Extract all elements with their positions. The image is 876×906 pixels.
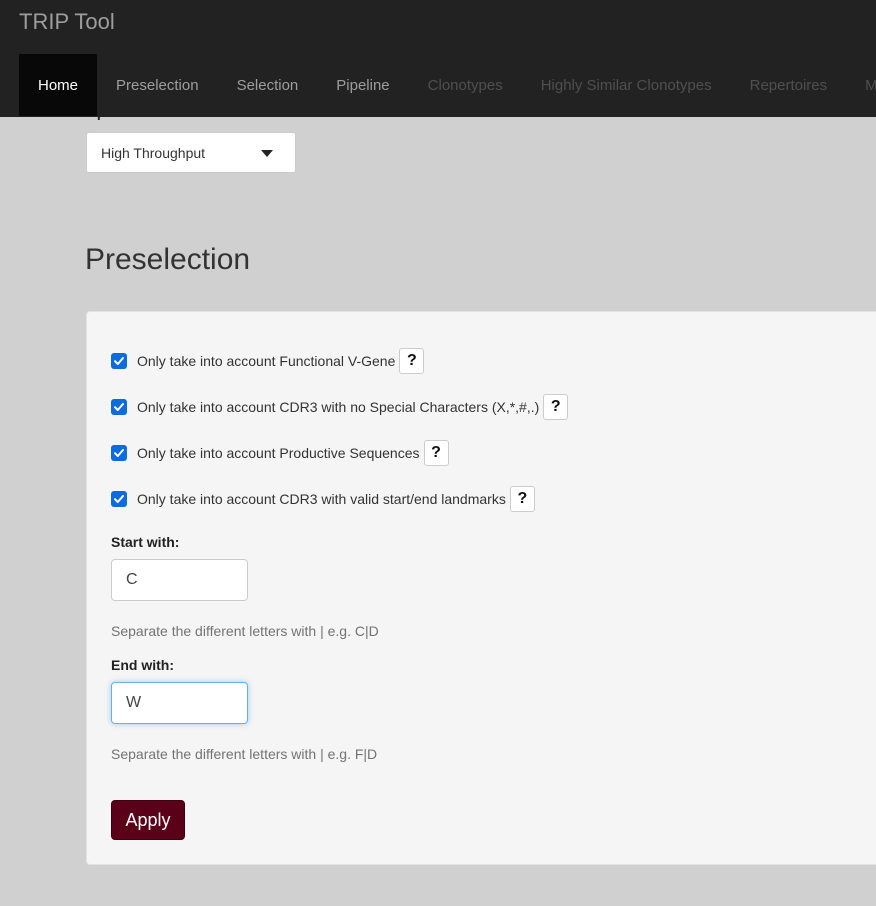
section-title: Preselection bbox=[85, 243, 251, 276]
help-button[interactable]: ? bbox=[423, 440, 449, 466]
start-with-label: Start with: bbox=[111, 534, 180, 550]
tab-home[interactable]: Home bbox=[19, 54, 98, 116]
option-select[interactable]: High Throughput bbox=[86, 132, 296, 173]
caret-down-icon bbox=[261, 150, 273, 157]
tab-multi[interactable]: Multi bbox=[846, 54, 876, 116]
navbar: TRIP Tool Home Preselection Selection Pi… bbox=[0, 0, 876, 117]
tab-repertoires[interactable]: Repertoires bbox=[731, 54, 847, 116]
tab-highly-similar-clonotypes[interactable]: Highly Similar Clonotypes bbox=[522, 54, 731, 116]
checkbox-label: Only take into account CDR3 with no Spec… bbox=[137, 399, 540, 415]
nav-tabs: Home Preselection Selection Pipeline Clo… bbox=[19, 54, 876, 116]
checkbox-label: Only take into account Functional V-Gene bbox=[137, 353, 396, 369]
check-row-valid-landmarks: Only take into account CDR3 with valid s… bbox=[111, 486, 535, 512]
main-content: Option: High Throughput Preselection Onl… bbox=[0, 0, 876, 906]
checkbox-no-special-characters[interactable] bbox=[111, 399, 127, 415]
start-with-help: Separate the different letters with | e.… bbox=[111, 623, 379, 639]
apply-button[interactable]: Apply bbox=[111, 800, 185, 840]
check-icon bbox=[114, 495, 124, 503]
check-icon bbox=[114, 449, 124, 457]
checkbox-valid-landmarks[interactable] bbox=[111, 491, 127, 507]
check-row-functional-v-gene: Only take into account Functional V-Gene… bbox=[111, 348, 425, 374]
check-icon bbox=[114, 403, 124, 411]
option-select-value: High Throughput bbox=[101, 144, 206, 161]
tab-selection[interactable]: Selection bbox=[218, 54, 318, 116]
check-row-productive-sequences: Only take into account Productive Sequen… bbox=[111, 440, 449, 466]
help-button[interactable]: ? bbox=[543, 394, 569, 420]
end-with-help: Separate the different letters with | e.… bbox=[111, 746, 378, 762]
checkbox-functional-v-gene[interactable] bbox=[111, 353, 127, 369]
end-with-input[interactable] bbox=[111, 682, 248, 724]
checkbox-label: Only take into account CDR3 with valid s… bbox=[137, 491, 506, 507]
checkbox-label: Only take into account Productive Sequen… bbox=[137, 445, 420, 461]
end-with-label: End with: bbox=[111, 657, 174, 673]
tab-pipeline[interactable]: Pipeline bbox=[317, 54, 408, 116]
tab-preselection[interactable]: Preselection bbox=[97, 54, 218, 116]
start-with-input[interactable] bbox=[111, 559, 248, 601]
help-button[interactable]: ? bbox=[399, 348, 425, 374]
check-icon bbox=[114, 357, 124, 365]
help-button[interactable]: ? bbox=[509, 486, 535, 512]
check-row-no-special-characters: Only take into account CDR3 with no Spec… bbox=[111, 394, 569, 420]
app-title[interactable]: TRIP Tool bbox=[19, 9, 115, 35]
checkbox-productive-sequences[interactable] bbox=[111, 445, 127, 461]
preselection-panel: Only take into account Functional V-Gene… bbox=[86, 311, 876, 865]
tab-clonotypes[interactable]: Clonotypes bbox=[409, 54, 522, 116]
